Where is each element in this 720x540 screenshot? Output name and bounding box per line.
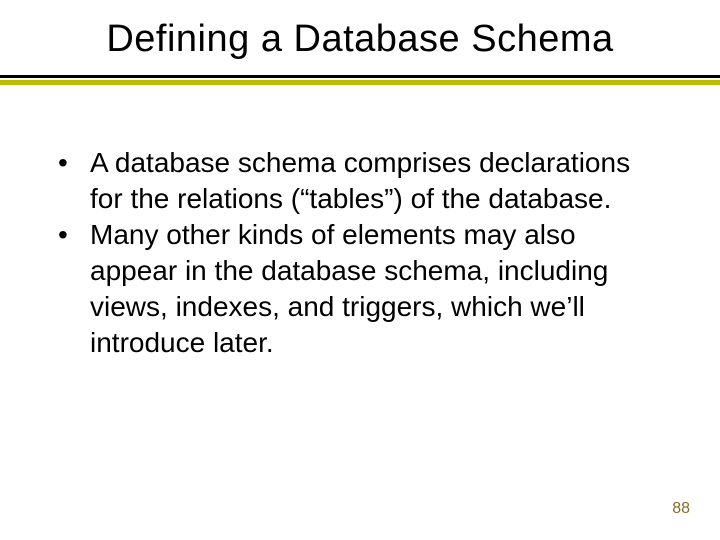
slide-body: • A database schema comprises declaratio… (0, 85, 720, 361)
bullet-marker-icon: • (56, 217, 90, 253)
page-number: 88 (672, 500, 690, 518)
bullet-text: Many other kinds of elements may also ap… (90, 217, 664, 361)
divider-line-top (0, 75, 720, 78)
slide-title: Defining a Database Schema (0, 0, 720, 75)
divider-line-bottom (0, 80, 720, 85)
bullet-item: • Many other kinds of elements may also … (56, 217, 664, 361)
bullet-item: • A database schema comprises declaratio… (56, 145, 664, 217)
slide: Defining a Database Schema • A database … (0, 0, 720, 540)
title-divider (0, 75, 720, 85)
bullet-text: A database schema comprises declarations… (90, 145, 664, 217)
bullet-marker-icon: • (56, 145, 90, 181)
